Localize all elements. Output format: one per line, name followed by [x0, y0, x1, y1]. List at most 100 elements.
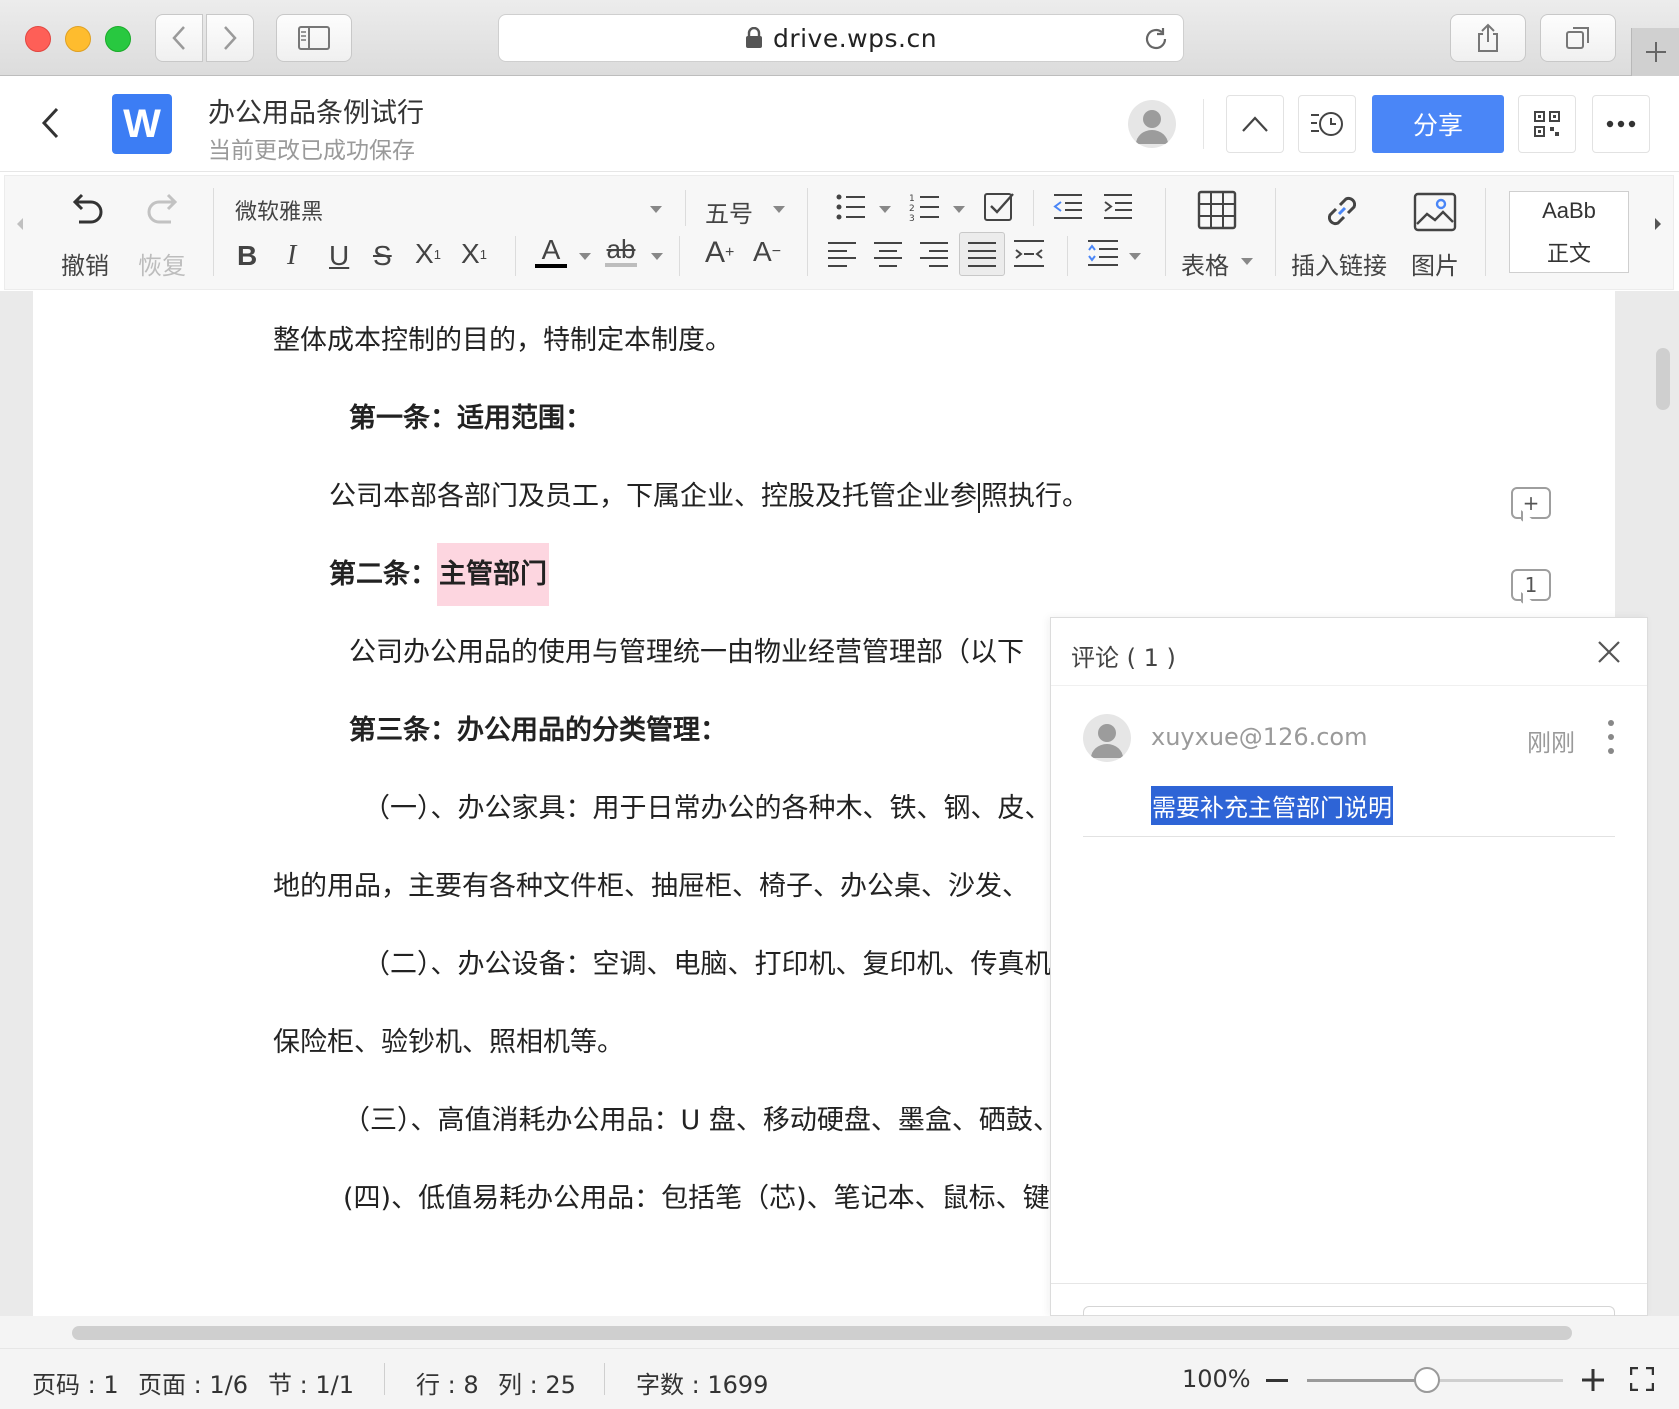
browser-share-button[interactable]: [1450, 14, 1526, 62]
image-icon[interactable]: [1413, 192, 1457, 232]
horizontal-scrollbar[interactable]: [72, 1326, 1572, 1340]
table-label[interactable]: 表格: [1181, 246, 1229, 281]
paragraph[interactable]: （三）、高值消耗办公用品：U 盘、移动硬盘、墨盒、硒鼓、: [343, 1098, 1060, 1137]
share-button[interactable]: 分享: [1372, 95, 1504, 153]
browser-back-button[interactable]: [155, 14, 203, 62]
add-comment-marker[interactable]: +: [1511, 487, 1551, 519]
increase-indent-icon[interactable]: [1103, 192, 1133, 220]
toolbar-divider: [685, 190, 686, 226]
comment-timestamp: 刚刚: [1527, 729, 1575, 757]
font-color-swatch: [535, 264, 567, 268]
font-size-select[interactable]: 五号: [705, 194, 753, 229]
table-dropdown-icon[interactable]: [1241, 258, 1253, 265]
qr-code-icon: [1534, 111, 1560, 137]
align-center-icon[interactable]: [873, 240, 903, 268]
align-left-icon[interactable]: [827, 240, 857, 268]
close-window-button[interactable]: [25, 26, 51, 52]
highlight-dropdown-icon[interactable]: [651, 253, 663, 260]
undo-icon[interactable]: [67, 192, 107, 232]
close-icon[interactable]: [1595, 638, 1623, 666]
paragraph[interactable]: 整体成本控制的目的，特制定本制度。: [273, 318, 732, 357]
back-button[interactable]: [40, 103, 70, 143]
zoom-window-button[interactable]: [105, 26, 131, 52]
justify-icon[interactable]: [959, 232, 1005, 276]
tabs-overview-button[interactable]: [1540, 14, 1616, 62]
paragraph-style-preview[interactable]: AaBb 正文: [1509, 191, 1629, 273]
strikethrough-icon[interactable]: S: [373, 240, 392, 272]
insert-link-label[interactable]: 插入链接: [1291, 246, 1387, 281]
zoom-level: 100%: [1182, 1365, 1251, 1393]
line-spacing-dropdown-icon[interactable]: [1129, 253, 1141, 260]
collapse-toolbar-button[interactable]: [1226, 95, 1284, 153]
font-family-select[interactable]: 微软雅黑: [235, 194, 323, 226]
status-divider: [604, 1363, 605, 1395]
toolbar-scroll-left-icon[interactable]: [15, 216, 25, 232]
document-title[interactable]: 办公用品条例试行: [208, 91, 424, 130]
line-spacing-icon[interactable]: [1087, 238, 1119, 268]
bullet-list-icon[interactable]: [835, 192, 867, 222]
zoom-slider-handle[interactable]: [1414, 1367, 1440, 1393]
redo-icon[interactable]: [143, 192, 183, 232]
superscript-icon[interactable]: X1: [415, 238, 441, 270]
increase-font-size-icon[interactable]: A +: [705, 236, 734, 270]
fullscreen-icon[interactable]: [1630, 1367, 1654, 1391]
commented-text-highlight[interactable]: 主管部门: [437, 543, 549, 606]
article-heading[interactable]: 第三条：办公用品的分类管理：: [349, 708, 727, 747]
distributed-align-icon[interactable]: [1013, 238, 1045, 268]
bullet-list-dropdown-icon[interactable]: [879, 206, 891, 213]
numbered-list-dropdown-icon[interactable]: [953, 206, 965, 213]
subscript-icon[interactable]: X1: [461, 238, 487, 270]
paragraph[interactable]: (四)、低值易耗办公用品：包括笔（芯)、笔记本、鼠标、键盘: [343, 1176, 1077, 1215]
font-size-dropdown-icon[interactable]: [773, 206, 785, 213]
more-vertical-icon[interactable]: [1605, 720, 1617, 754]
paragraph[interactable]: 公司办公用品的使用与管理统一由物业经营管理部（以下: [349, 630, 1024, 669]
zoom-in-icon[interactable]: [1582, 1369, 1604, 1391]
toolbar-divider: [515, 236, 516, 276]
link-icon[interactable]: [1321, 190, 1363, 232]
paragraph[interactable]: （一）、办公家具：用于日常办公的各种木、铁、钢、皮、: [363, 786, 1052, 825]
decrease-font-size-icon[interactable]: A −: [753, 236, 781, 268]
decrease-indent-icon[interactable]: [1053, 192, 1083, 220]
reload-icon[interactable]: [1143, 26, 1169, 58]
checklist-icon[interactable]: [983, 190, 1015, 222]
user-avatar[interactable]: [1128, 100, 1176, 148]
status-divider: [384, 1363, 385, 1395]
table-icon[interactable]: [1197, 190, 1237, 230]
sidebar-toggle-button[interactable]: [276, 14, 352, 62]
font-color-dropdown-icon[interactable]: [579, 253, 591, 260]
qr-code-button[interactable]: [1518, 95, 1576, 153]
vertical-scrollbar[interactable]: [1656, 348, 1670, 410]
highlight-color-icon[interactable]: ab: [605, 234, 637, 267]
address-bar[interactable]: drive.wps.cn: [498, 14, 1184, 62]
more-options-button[interactable]: [1592, 95, 1650, 153]
page-count: 页面 : 1/6: [138, 1371, 248, 1399]
commenter-email: xuyxue@126.com: [1151, 723, 1368, 751]
paragraph[interactable]: 地的用品，主要有各种文件柜、抽屉柜、椅子、办公桌、沙发、: [273, 864, 1029, 903]
section-indicator: 节 : 1/1: [268, 1371, 354, 1399]
comment-text[interactable]: 需要补充主管部门说明: [1151, 786, 1393, 825]
minimize-window-button[interactable]: [65, 26, 91, 52]
font-family-dropdown-icon[interactable]: [650, 206, 662, 213]
align-right-icon[interactable]: [919, 240, 949, 268]
comment-panel-title: 评论 ( 1 ): [1071, 644, 1176, 672]
font-color-icon[interactable]: A: [535, 234, 567, 268]
paragraph[interactable]: （二）、办公设备：空调、电脑、打印机、复印机、传真机: [363, 942, 1052, 981]
article-heading[interactable]: 第一条：适用范围：: [349, 396, 592, 435]
new-tab-button[interactable]: [1631, 28, 1679, 76]
comment-count-marker[interactable]: 1: [1511, 569, 1551, 601]
numbered-list-icon[interactable]: 123: [909, 192, 941, 224]
underline-icon[interactable]: U: [329, 240, 349, 272]
toolbar-scroll-right-icon[interactable]: [1653, 216, 1663, 232]
history-button[interactable]: [1298, 95, 1356, 153]
undo-label[interactable]: 撤销: [61, 246, 109, 281]
paragraph[interactable]: 公司本部各部门及员工，下属企业、控股及托管企业参 照执行。: [329, 474, 1089, 513]
formatting-toolbar: 撤销 恢复 微软雅黑 五号 B I U S X1 X1 A ab A + A − 1…: [4, 175, 1674, 290]
zoom-out-icon[interactable]: [1266, 1379, 1288, 1383]
redo-label[interactable]: 恢复: [138, 246, 186, 281]
italic-icon[interactable]: I: [287, 240, 296, 272]
browser-forward-button[interactable]: [206, 14, 254, 62]
image-label[interactable]: 图片: [1411, 246, 1459, 281]
article-heading[interactable]: 第二条：主管部门: [329, 543, 549, 606]
bold-icon[interactable]: B: [237, 240, 257, 272]
paragraph[interactable]: 保险柜、验钞机、照相机等。: [273, 1020, 624, 1059]
